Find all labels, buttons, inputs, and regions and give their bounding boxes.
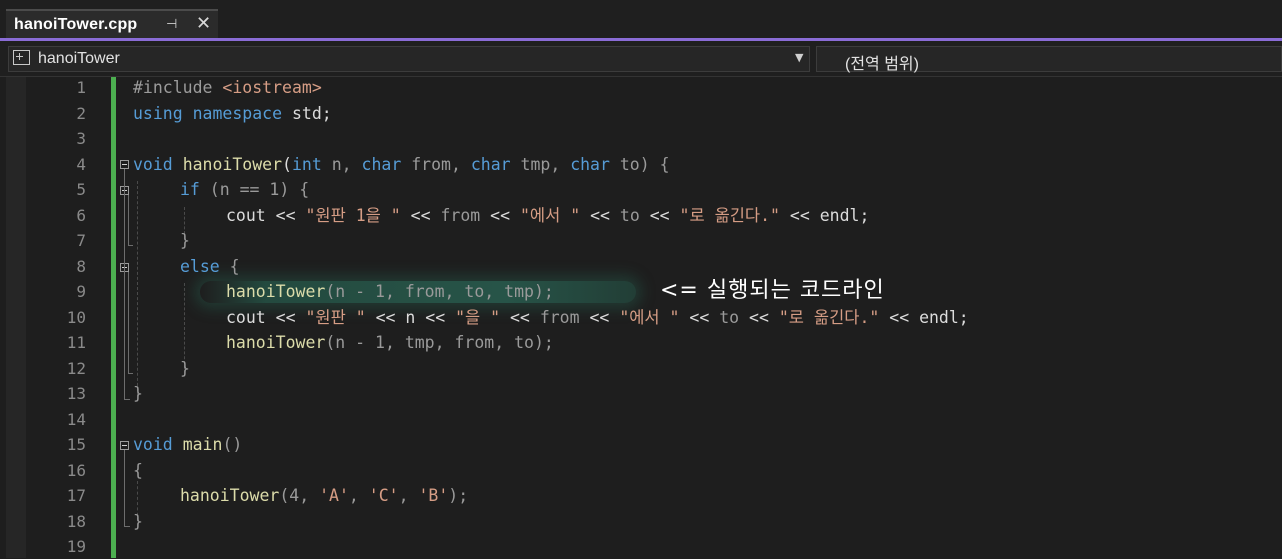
code-line-8: else { bbox=[180, 257, 240, 276]
tab-title: hanoiTower.cpp bbox=[14, 16, 138, 33]
line-number: 4 bbox=[76, 155, 86, 174]
line-number: 6 bbox=[76, 206, 86, 225]
handwritten-annotation: <= 실행되는 코드라인 bbox=[660, 278, 885, 303]
code-line-9: hanoiTower(n - 1, from, to, tmp); bbox=[226, 282, 554, 301]
code-line-1: #include <iostream> bbox=[133, 78, 322, 97]
code-line-11: hanoiTower(n - 1, tmp, from, to); bbox=[226, 333, 554, 352]
line-number: 12 bbox=[66, 359, 86, 378]
code-line-15: void main() bbox=[133, 435, 243, 454]
line-number: 3 bbox=[76, 129, 86, 148]
line-number: 11 bbox=[66, 333, 86, 352]
line-number: 5 bbox=[76, 180, 86, 199]
indicator-margin bbox=[6, 77, 26, 558]
tab-bar: hanoiTower.cpp ⊣ ✕ bbox=[0, 0, 1282, 38]
line-number: 9 bbox=[76, 282, 86, 301]
line-number: 18 bbox=[66, 512, 86, 531]
code-line-16: { bbox=[133, 461, 143, 480]
line-number: 10 bbox=[66, 308, 86, 327]
collapse-toggle[interactable] bbox=[120, 441, 129, 450]
outline-line bbox=[128, 245, 133, 246]
line-number: 14 bbox=[66, 410, 86, 429]
code-line-2: using namespace std; bbox=[133, 104, 332, 123]
outline-line bbox=[124, 169, 125, 399]
scope-label: hanoiTower bbox=[38, 50, 120, 67]
line-number: 7 bbox=[76, 231, 86, 250]
line-number: 13 bbox=[66, 384, 86, 403]
outline-line bbox=[128, 373, 133, 374]
code-line-6: cout << "원판 1을 " << from << "에서 " << to … bbox=[226, 206, 870, 225]
change-indicator-bar bbox=[111, 77, 116, 558]
pin-icon[interactable]: ⊣ bbox=[166, 17, 177, 32]
line-number: 16 bbox=[66, 461, 86, 480]
global-scope-label: (전역 범위) bbox=[845, 56, 919, 73]
code-editor[interactable]: 1 2 3 4 5 6 7 8 9 10 11 12 13 14 15 16 1… bbox=[0, 77, 1282, 558]
navigation-bar: hanoiTower ▼ (전역 범위) bbox=[0, 41, 1282, 77]
code-line-10: cout << "원판 " << n << "을 " << from << "에… bbox=[226, 308, 969, 327]
code-line-17: hanoiTower(4, 'A', 'C', 'B'); bbox=[180, 486, 469, 505]
file-tab[interactable]: hanoiTower.cpp ⊣ ✕ bbox=[6, 9, 218, 38]
code-line-12: } bbox=[180, 359, 190, 378]
scope-dropdown[interactable]: hanoiTower ▼ bbox=[8, 46, 810, 72]
line-number: 2 bbox=[76, 104, 86, 123]
outline-line bbox=[124, 399, 130, 400]
code-line-7: } bbox=[180, 231, 190, 250]
collapse-toggle[interactable] bbox=[120, 160, 129, 169]
code-line-5: if (n == 1) { bbox=[180, 180, 310, 199]
line-number: 19 bbox=[66, 537, 86, 556]
outline-line bbox=[128, 272, 129, 373]
line-number: 1 bbox=[76, 78, 86, 97]
outline-line bbox=[124, 450, 125, 526]
outline-line bbox=[124, 526, 130, 527]
indent-guide bbox=[137, 181, 138, 396]
global-scope-dropdown[interactable]: (전역 범위) bbox=[816, 46, 1282, 73]
line-number: 17 bbox=[66, 486, 86, 505]
project-icon bbox=[13, 50, 30, 65]
chevron-down-icon[interactable]: ▼ bbox=[795, 51, 803, 64]
code-line-13: } bbox=[133, 384, 143, 403]
line-number: 15 bbox=[66, 435, 86, 454]
code-line-4: void hanoiTower(int n, char from, char t… bbox=[133, 155, 670, 174]
line-number: 8 bbox=[76, 257, 86, 276]
outline-line bbox=[128, 195, 129, 245]
close-icon[interactable]: ✕ bbox=[196, 13, 211, 34]
code-line-18: } bbox=[133, 512, 143, 531]
